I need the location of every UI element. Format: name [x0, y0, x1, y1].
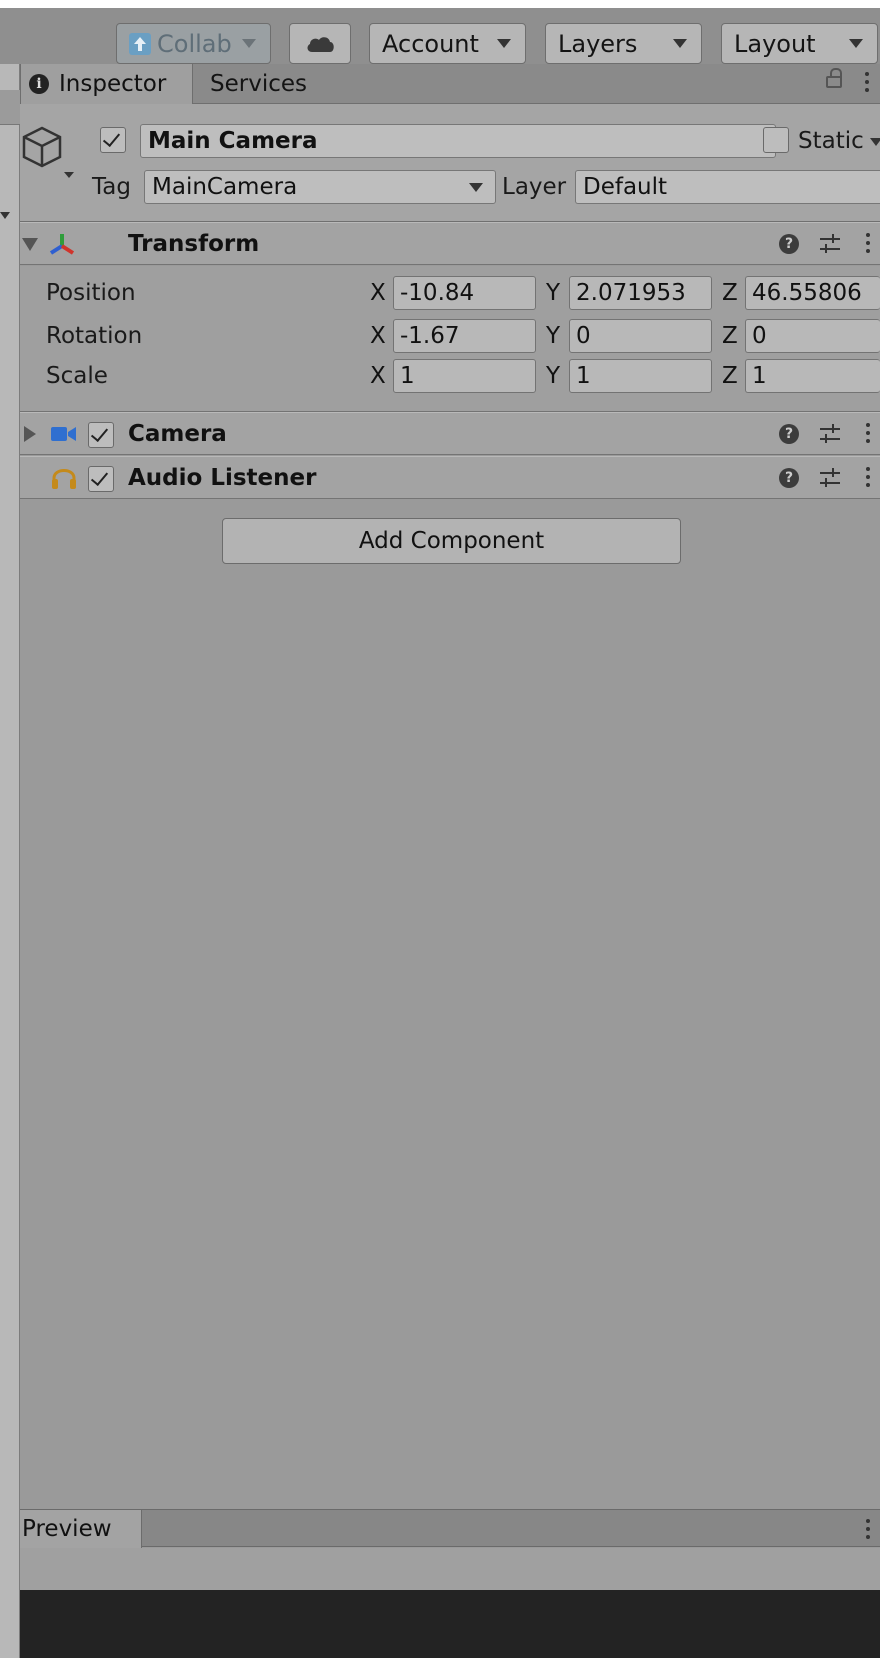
preview-tab[interactable]: Preview: [20, 1510, 142, 1548]
chevron-down-icon: [673, 39, 687, 48]
static-checkbox[interactable]: [763, 127, 789, 153]
camera-title: Camera: [128, 421, 227, 447]
preview-render-area: [20, 1590, 880, 1658]
audio-listener-component-header[interactable]: Audio Listener ?: [20, 456, 880, 499]
account-label: Account: [382, 29, 479, 58]
scale-x-field[interactable]: 1: [393, 359, 536, 393]
axis-z-label[interactable]: Z: [722, 363, 738, 389]
tab-inspector-label: Inspector: [59, 71, 167, 97]
camera-component-header[interactable]: Camera ?: [20, 412, 880, 455]
help-icon[interactable]: ?: [779, 424, 799, 444]
tag-dropdown[interactable]: MainCamera: [144, 170, 496, 204]
scale-z-field[interactable]: 1: [745, 359, 880, 393]
tab-inspector[interactable]: i Inspector: [20, 64, 193, 104]
rotation-y-field[interactable]: 0: [569, 319, 712, 353]
top-toolbar: Collab Account Layers Layout: [0, 0, 880, 64]
axis-x-label[interactable]: X: [370, 323, 386, 349]
object-active-checkbox[interactable]: [100, 127, 126, 153]
collab-button[interactable]: Collab: [116, 23, 271, 64]
presets-icon[interactable]: [820, 467, 840, 489]
static-label: Static: [798, 128, 864, 154]
inspector-tab-bar: i Inspector Services: [20, 64, 880, 104]
scale-y-field[interactable]: 1: [569, 359, 712, 393]
position-x-field[interactable]: -10.84: [393, 276, 536, 310]
chevron-down-icon: [469, 183, 483, 192]
object-header: Main Camera Static Tag MainCamera Layer …: [20, 104, 880, 222]
position-y-field[interactable]: 2.071953: [569, 276, 712, 310]
preview-bar: Preview: [20, 1509, 880, 1548]
transform-component-header[interactable]: Transform ?: [20, 222, 880, 265]
axis-y-label[interactable]: Y: [546, 363, 560, 389]
rotation-label: Rotation: [46, 323, 143, 349]
layer-label: Layer: [502, 174, 567, 200]
video-camera-icon: [51, 427, 76, 441]
layout-dropdown[interactable]: Layout: [721, 23, 878, 64]
axis-y-label[interactable]: Y: [546, 323, 560, 349]
help-icon[interactable]: ?: [779, 468, 799, 488]
layer-value: Default: [583, 174, 668, 200]
add-component-button[interactable]: Add Component: [222, 518, 681, 564]
presets-icon[interactable]: [820, 423, 840, 445]
position-z-field[interactable]: 46.55806: [745, 276, 880, 310]
chevron-down-icon[interactable]: [870, 138, 880, 146]
transform-icon: [49, 234, 75, 255]
collab-upload-icon: [129, 32, 151, 55]
layout-label: Layout: [734, 29, 816, 58]
tag-value: MainCamera: [152, 174, 298, 200]
cloud-icon: [307, 36, 334, 52]
help-icon[interactable]: ?: [779, 234, 799, 254]
layers-dropdown[interactable]: Layers: [545, 23, 702, 64]
preview-area: [20, 1548, 880, 1590]
axis-x-label[interactable]: X: [370, 363, 386, 389]
component-menu-icon[interactable]: [866, 467, 872, 491]
rotation-z-field[interactable]: 0: [745, 319, 880, 353]
tab-services-label: Services: [210, 71, 307, 97]
transform-properties: Position X -10.84 Y 2.071953 Z 46.55806 …: [20, 266, 880, 412]
axis-z-label[interactable]: Z: [722, 323, 738, 349]
preview-label: Preview: [22, 1516, 112, 1542]
layer-dropdown[interactable]: Default: [575, 170, 880, 204]
presets-icon[interactable]: [820, 233, 840, 255]
axis-x-label[interactable]: X: [370, 280, 386, 306]
component-menu-icon[interactable]: [866, 233, 872, 257]
preview-menu-icon[interactable]: [866, 1519, 872, 1543]
position-label: Position: [46, 280, 136, 306]
audio-listener-title: Audio Listener: [128, 465, 317, 491]
collab-label: Collab: [157, 29, 232, 58]
rotation-x-field[interactable]: -1.67: [393, 319, 536, 353]
adjacent-panel-edge: [0, 64, 20, 1658]
transform-title: Transform: [128, 231, 260, 257]
layers-label: Layers: [558, 29, 638, 58]
camera-enabled-checkbox[interactable]: [88, 422, 114, 448]
foldout-expanded-icon[interactable]: [22, 238, 38, 251]
account-dropdown[interactable]: Account: [369, 23, 526, 64]
chevron-down-icon: [497, 39, 511, 48]
axis-y-label[interactable]: Y: [546, 280, 560, 306]
cloud-button[interactable]: [289, 23, 351, 64]
tag-label: Tag: [92, 174, 131, 200]
object-name-field[interactable]: Main Camera: [140, 124, 776, 158]
tab-services[interactable]: Services: [210, 64, 307, 104]
headphones-icon: [52, 469, 76, 489]
chevron-down-icon: [0, 212, 10, 219]
chevron-down-icon: [849, 39, 863, 48]
gameobject-cube-icon: [22, 126, 74, 178]
axis-z-label[interactable]: Z: [722, 280, 738, 306]
info-icon: i: [29, 74, 49, 94]
foldout-collapsed-icon[interactable]: [24, 426, 36, 442]
component-menu-icon[interactable]: [866, 423, 872, 447]
panel-menu-icon[interactable]: [865, 72, 871, 96]
scale-label: Scale: [46, 363, 108, 389]
lock-icon[interactable]: [826, 68, 842, 88]
chevron-down-icon: [242, 39, 256, 48]
adjacent-panel-tab: [0, 90, 20, 125]
audio-listener-enabled-checkbox[interactable]: [88, 466, 114, 492]
